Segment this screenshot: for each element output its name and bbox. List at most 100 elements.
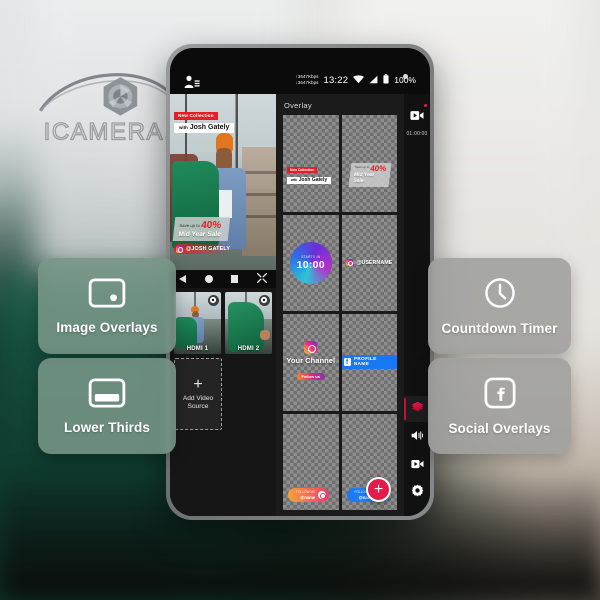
preview-sale-overlay: Save up to 40% Mid Year Sale — [172, 216, 231, 240]
home-icon[interactable] — [204, 275, 213, 283]
status-bar-right: ↑3647Kbps ↓3647Kbps 13:22 100% — [295, 71, 416, 89]
record-video-icon[interactable] — [404, 102, 430, 128]
source-card-hdmi-2[interactable]: HDMI 2 — [225, 292, 272, 354]
facebook-bar-overlay: f PROFILE NAME — [341, 355, 397, 370]
program-preview[interactable]: New Collection with Josh Gately Save up … — [170, 94, 276, 270]
network-speed: ↑3647Kbps ↓3647Kbps — [295, 74, 318, 87]
rail-item-video[interactable] — [404, 452, 430, 478]
feature-card-label: Social Overlays — [448, 420, 551, 436]
video-icon — [410, 456, 424, 474]
overlay-cell-sale-banner[interactable]: 40% Save up to Mid Year Sale — [341, 115, 397, 212]
thumb-badge: New Collection — [287, 167, 318, 174]
image-frame-icon — [88, 277, 126, 313]
thumb-sale-prefix: Save up to — [354, 164, 370, 169]
gear-icon[interactable] — [258, 294, 270, 306]
android-navigation-bar — [170, 270, 276, 288]
overlay-cell-instagram-lower-third[interactable]: FOLLOW ME @name — [283, 413, 339, 510]
add-video-source-label: Add Video Source — [183, 395, 213, 411]
overlay-grid: New Collection with Josh Gately 40% Save… — [276, 115, 404, 516]
add-overlay-fab[interactable]: + — [366, 477, 391, 502]
rail-item-settings[interactable] — [404, 480, 430, 506]
source-row: HDMI 1 HDMI 2 — [174, 292, 272, 354]
status-bar: ↑3647Kbps ↓3647Kbps 13:22 100% — [170, 48, 430, 94]
rail-item-overlays[interactable] — [404, 396, 430, 422]
thumb-sale-percent: 40% — [369, 163, 387, 173]
tablet-screen: ↑3647Kbps ↓3647Kbps 13:22 100% New Colle… — [170, 48, 430, 516]
countdown-time: 10:00 — [296, 258, 325, 271]
sale-percent-text: 40% — [200, 219, 222, 230]
left-column: New Collection with Josh Gately Save up … — [170, 94, 276, 516]
channel-cta: Follow us — [296, 373, 325, 381]
thumb-prefix: with — [291, 178, 298, 183]
countdown-ring: STARTS IN 10:00 — [289, 241, 332, 284]
preview-title-prefix: with — [179, 125, 188, 130]
facebook-icon: f — [343, 358, 351, 367]
thumb-sale-line: Mid Year Sale — [352, 171, 375, 184]
right-toolbar: 01:00:00 — [404, 94, 430, 516]
add-label-line1: Add Video — [182, 394, 214, 402]
fullscreen-icon[interactable] — [256, 270, 267, 288]
audio-mixer-icon — [411, 428, 424, 446]
preview-presenter-name: with Josh Gately — [174, 123, 235, 133]
sale-prefix-text: Save up to — [179, 222, 201, 227]
feature-card-label: Image Overlays — [56, 319, 158, 335]
facebook-icon — [484, 377, 516, 414]
username-overlay: @USERNAME — [346, 259, 392, 267]
app-body: New Collection with Josh Gately Save up … — [170, 94, 430, 516]
preview-title-overlay: New Collection with Josh Gately — [174, 104, 235, 133]
overlay-cell-facebook-bar[interactable]: f PROFILE NAME — [341, 314, 397, 411]
video-sources-panel: HDMI 1 HDMI 2 + Add Video Source — [170, 288, 276, 516]
preview-handle-text: @JOSH GATELY — [186, 246, 231, 252]
overlay-thumb-sale: 40% Save up to Mid Year Sale — [348, 162, 391, 187]
add-label-line2: Source — [187, 402, 209, 410]
preview-name-text: Josh Gately — [189, 124, 230, 131]
countdown-ring-inner: STARTS IN 10:00 — [292, 244, 329, 281]
back-icon[interactable] — [179, 275, 187, 283]
channel-overlay: Your Channel Follow us — [286, 341, 335, 383]
add-video-source-button[interactable]: + Add Video Source — [174, 358, 222, 430]
feature-card-lower-thirds[interactable]: Lower Thirds — [38, 358, 176, 454]
layers-icon — [411, 400, 424, 418]
source-1-garment — [175, 316, 198, 348]
source-card-hdmi-1[interactable]: HDMI 1 — [174, 292, 221, 354]
overlay-cell-facebook-lower-third[interactable]: FOLLOW ME @name f + — [341, 413, 397, 510]
instagram-icon — [176, 245, 184, 253]
overlay-thumb-facebook-bar: f PROFILE NAME — [341, 314, 397, 411]
ig-lt-handle: @name — [300, 495, 316, 500]
preview-new-collection-badge: New Collection — [174, 111, 218, 120]
instagram-icon — [318, 491, 327, 499]
overlay-thumb-username: @USERNAME — [342, 215, 398, 312]
record-timer: 01:00:00 — [406, 131, 428, 137]
gear-icon — [411, 484, 424, 502]
feature-card-label: Countdown Timer — [441, 320, 558, 336]
gear-icon[interactable] — [207, 294, 219, 306]
overlay-cell-channel[interactable]: Your Channel Follow us — [283, 314, 339, 411]
feature-card-countdown-timer[interactable]: Countdown Timer — [428, 258, 571, 354]
feature-card-social-overlays[interactable]: Social Overlays — [428, 358, 571, 454]
record-button-group[interactable]: 01:00:00 — [404, 102, 430, 137]
preview-sale-prefix: Save up to 40% — [179, 219, 223, 230]
preview-sale-line: Mid Year Sale — [178, 230, 222, 237]
source-label: HDMI 2 — [237, 346, 260, 352]
overlay-panel-title: Overlay — [284, 101, 312, 110]
rail-item-audio[interactable] — [404, 424, 430, 450]
front-camera-dot — [403, 74, 408, 79]
instagram-lower-third: FOLLOW ME @name — [288, 488, 330, 502]
overlay-cell-username[interactable]: @USERNAME — [341, 214, 398, 312]
overlay-cell-title-lower-third[interactable]: New Collection with Josh Gately — [283, 115, 339, 212]
recents-icon[interactable] — [230, 275, 239, 283]
instagram-icon — [346, 259, 354, 267]
download-speed: ↓3647Kbps — [295, 80, 319, 85]
person-shirt — [216, 190, 232, 218]
instagram-icon — [304, 341, 318, 355]
cellular-signal-icon — [369, 71, 378, 89]
overlay-cell-countdown-timer[interactable]: STARTS IN 10:00 — [283, 214, 339, 311]
preview-handle-overlay: @JOSH GATELY — [174, 244, 243, 254]
account-icon[interactable] — [184, 75, 200, 89]
clock-icon — [484, 277, 516, 314]
overlay-thumb-title: New Collection with Josh Gately — [287, 158, 332, 185]
tablet-device: ↑3647Kbps ↓3647Kbps 13:22 100% New Colle… — [166, 44, 434, 520]
battery-icon — [383, 71, 389, 89]
feature-card-image-overlays[interactable]: Image Overlays — [38, 258, 176, 354]
lower-third-icon — [88, 377, 126, 413]
